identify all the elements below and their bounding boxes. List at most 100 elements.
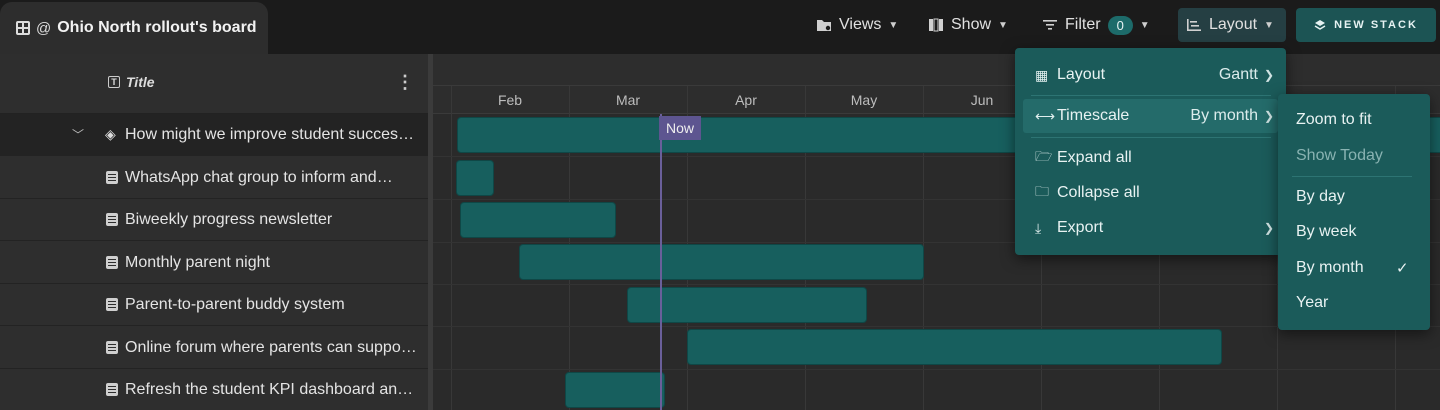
document-icon (106, 256, 118, 269)
menu-item-label: Layout (1057, 66, 1106, 83)
menu-divider (1031, 137, 1271, 138)
menu-item-value: By month (1190, 107, 1258, 124)
chevron-down-icon: ▼ (1264, 19, 1274, 31)
menu-item-value: Gantt (1218, 66, 1258, 83)
table-row[interactable]: WhatsApp chat group to inform and… (0, 157, 428, 199)
layout-button[interactable]: Layout ▼ (1178, 8, 1286, 42)
menu-item-label: Timescale (1057, 107, 1130, 124)
table-header: T Title ⋮ (0, 54, 428, 114)
columns-icon (929, 18, 943, 32)
title-column-header[interactable]: T Title (108, 74, 155, 90)
row-separator (433, 369, 1440, 370)
grid-line (451, 86, 452, 410)
layout-menu: ▦ Layout Gantt ❯ ⟷ Timescale By month ❯ … (1015, 48, 1286, 255)
chevron-right-icon: ❯ (1263, 221, 1274, 235)
folder-icon: 🗀 (1035, 183, 1049, 199)
table-row[interactable]: Online forum where parents can suppo… (0, 327, 428, 369)
menu-item-year[interactable]: Year (1296, 294, 1328, 312)
text-field-icon: T (108, 76, 120, 88)
table-row[interactable]: Biweekly progress newsletter (0, 199, 428, 241)
document-icon (106, 298, 118, 311)
views-label: Views (839, 16, 882, 33)
chevron-down-icon: ▼ (888, 19, 899, 31)
download-icon: ⤓ (1035, 219, 1042, 236)
stack-icon (1314, 20, 1326, 30)
document-icon (106, 341, 118, 354)
top-bar: @ Ohio North rollout's board Views ▼ Sho… (0, 0, 1440, 54)
table-row[interactable]: Parent-to-parent buddy system (0, 284, 428, 326)
gantt-layout-icon (1187, 19, 1201, 31)
menu-item-export[interactable]: ⤓ Export ❯ (1023, 211, 1278, 245)
folder-settings-icon (817, 20, 831, 31)
month-label: Mar (615, 92, 641, 108)
title-column-label: Title (126, 74, 155, 90)
table-row[interactable]: ﹀ ◈ How might we improve student succes… (0, 114, 428, 156)
gantt-bar[interactable] (565, 372, 665, 408)
menu-item-label: Collapse all (1057, 184, 1140, 201)
gantt-top-strip (433, 54, 1440, 86)
row-title: Online forum where parents can suppo… (125, 338, 417, 356)
document-icon (106, 213, 118, 226)
now-badge: Now (659, 116, 701, 140)
document-icon (106, 171, 118, 184)
gantt-bar[interactable] (460, 202, 616, 238)
filter-count-badge: 0 (1107, 15, 1133, 35)
table-row[interactable]: Monthly parent night (0, 242, 428, 284)
chevron-right-icon: ❯ (1263, 109, 1274, 123)
month-label: May (850, 92, 878, 108)
menu-item-expand-all[interactable]: 🗁 Expand all (1023, 141, 1278, 175)
menu-item-collapse-all[interactable]: 🗀 Collapse all (1023, 176, 1278, 210)
chevron-down-icon[interactable]: ﹀ (72, 126, 84, 143)
menu-item-by-week[interactable]: By week (1296, 223, 1356, 241)
timescale-icon: ⟷ (1035, 107, 1056, 124)
chevron-right-icon: ❯ (1263, 68, 1274, 82)
layout-label: Layout (1209, 16, 1258, 33)
now-line (660, 114, 662, 410)
gantt-bar[interactable] (519, 244, 924, 280)
menu-divider (1031, 95, 1271, 96)
row-title: Refresh the student KPI dashboard an… (125, 380, 414, 398)
board-title: Ohio North rollout's board (57, 19, 257, 36)
row-title: How might we improve student succes… (125, 125, 414, 143)
board-tab[interactable]: @ Ohio North rollout's board (0, 2, 268, 54)
filter-button[interactable]: Filter 0 ▼ (1042, 8, 1150, 42)
filter-icon (1043, 20, 1057, 30)
menu-item-label: Expand all (1057, 149, 1132, 166)
menu-item-by-day[interactable]: By day (1296, 188, 1345, 206)
chevron-down-icon: ▼ (1139, 19, 1150, 31)
gantt-bar[interactable] (456, 160, 494, 196)
document-icon (106, 383, 118, 396)
menu-item-by-month[interactable]: By month (1296, 259, 1364, 277)
row-title: WhatsApp chat group to inform and… (125, 168, 393, 186)
menu-item-zoom-to-fit[interactable]: Zoom to fit (1296, 111, 1372, 129)
row-title: Parent-to-parent buddy system (125, 295, 345, 313)
month-label: Apr (735, 92, 757, 108)
table-row[interactable]: Refresh the student KPI dashboard an… (0, 369, 428, 410)
show-button[interactable]: Show ▼ (928, 8, 1008, 42)
gantt-bar[interactable] (687, 329, 1222, 365)
stack-icon: ◈ (105, 126, 116, 142)
gantt-bar[interactable] (627, 287, 867, 323)
menu-item-label: Export (1057, 219, 1104, 236)
item-table: T Title ⋮ ﹀ ◈ How might we improve stude… (0, 54, 428, 410)
new-stack-label: NEW STACK (1334, 19, 1418, 31)
show-label: Show (951, 16, 992, 33)
column-menu-icon[interactable]: ⋮ (396, 72, 414, 93)
menu-item-timescale[interactable]: ⟷ Timescale By month ❯ (1023, 99, 1278, 133)
checkmark-icon: ✓ (1396, 260, 1409, 277)
row-title: Biweekly progress newsletter (125, 210, 333, 228)
filter-label: Filter (1065, 16, 1101, 33)
views-button[interactable]: Views ▼ (816, 8, 898, 42)
at-icon: @ (36, 19, 52, 37)
menu-item-layout[interactable]: ▦ Layout Gantt ❯ (1023, 58, 1278, 92)
month-label: Feb (497, 92, 523, 108)
new-stack-button[interactable]: NEW STACK (1296, 8, 1436, 42)
folder-open-icon: 🗁 (1035, 148, 1053, 164)
row-title: Monthly parent night (125, 253, 270, 271)
menu-item-show-today: Show Today (1296, 147, 1383, 164)
grid-view-icon: ▦ (1035, 66, 1049, 83)
chevron-down-icon: ▼ (998, 19, 1008, 31)
timescale-submenu: Zoom to fit Show Today By day By week By… (1278, 94, 1430, 330)
menu-divider (1292, 176, 1412, 177)
board-grid-icon (16, 21, 30, 35)
